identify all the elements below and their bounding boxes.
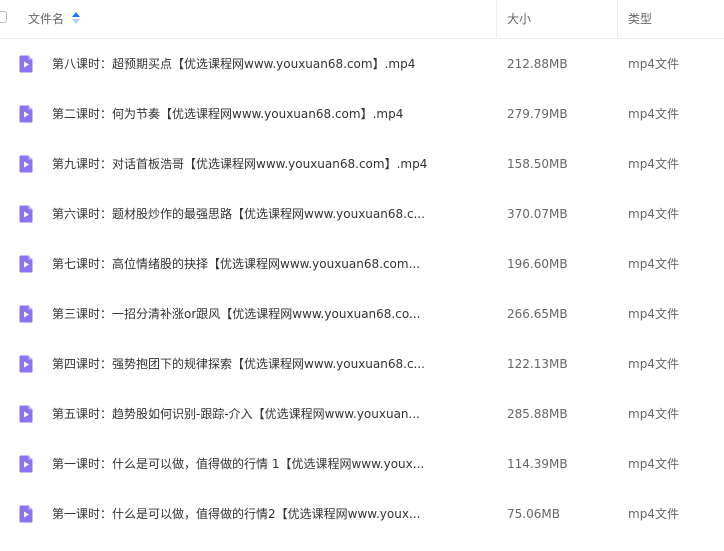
video-file-icon xyxy=(19,255,33,273)
file-name[interactable]: 第三课时：一招分清补涨or跟风【优选课程网www.youxuan68.co... xyxy=(52,289,420,339)
file-name[interactable]: 第一课时：什么是可以做，值得做的行情2【优选课程网www.youx... xyxy=(52,489,420,539)
file-size: 285.88MB xyxy=(507,407,568,421)
column-divider[interactable] xyxy=(496,0,497,38)
video-file-icon xyxy=(19,305,33,323)
file-row[interactable]: 第八课时：超预期买点【优选课程网www.youxuan68.com】.mp4 21… xyxy=(0,39,724,89)
file-type: mp4文件 xyxy=(628,257,679,271)
file-size: 279.79MB xyxy=(507,107,568,121)
sort-icon[interactable] xyxy=(72,12,81,24)
file-name[interactable]: 第七课时：高位情绪股的抉择【优选课程网www.youxuan68.com... xyxy=(52,239,420,289)
column-header-type[interactable]: 类型 xyxy=(628,0,652,38)
file-size: 196.60MB xyxy=(507,257,568,271)
video-file-icon xyxy=(19,405,33,423)
file-row[interactable]: 第一课时：什么是可以做，值得做的行情2【优选课程网www.youx... 75.0… xyxy=(0,489,724,539)
file-type: mp4文件 xyxy=(628,307,679,321)
file-type: mp4文件 xyxy=(628,457,679,471)
file-type: mp4文件 xyxy=(628,107,679,121)
file-type: mp4文件 xyxy=(628,357,679,371)
video-file-icon xyxy=(19,55,33,73)
file-row[interactable]: 第四课时：强势抱团下的规律探索【优选课程网www.youxuan68.c... 1… xyxy=(0,339,724,389)
column-header-type-label: 类型 xyxy=(628,12,653,26)
column-header-size-label: 大小 xyxy=(507,12,532,26)
file-size: 370.07MB xyxy=(507,207,568,221)
table-header: 文件名 大小 类型 xyxy=(0,0,724,39)
file-row[interactable]: 第七课时：高位情绪股的抉择【优选课程网www.youxuan68.com... 1… xyxy=(0,239,724,289)
file-type: mp4文件 xyxy=(628,507,679,521)
file-row[interactable]: 第九课时：对话首板浩哥【优选课程网www.youxuan68.com】.mp4 1… xyxy=(0,139,724,189)
file-list-table: 文件名 大小 类型 第八课时：超预期买点【优选课程网www.youxuan68.… xyxy=(0,0,724,551)
file-name[interactable]: 第二课时：何为节奏【优选课程网www.youxuan68.com】.mp4 xyxy=(52,89,403,139)
file-name[interactable]: 第一课时：什么是可以做，值得做的行情 1【优选课程网www.youx... xyxy=(52,439,424,489)
column-header-name-label: 文件名 xyxy=(28,12,65,26)
file-name[interactable]: 第九课时：对话首板浩哥【优选课程网www.youxuan68.com】.mp4 xyxy=(52,139,427,189)
file-size: 266.65MB xyxy=(507,307,568,321)
file-name[interactable]: 第五课时：趋势股如何识别-跟踪-介入【优选课程网www.youxuan... xyxy=(52,389,420,439)
file-row[interactable]: 第一课时：什么是可以做，值得做的行情 1【优选课程网www.youx... 114… xyxy=(0,439,724,489)
file-row[interactable]: 第六课时：题材股炒作的最强思路【优选课程网www.youxuan68.c... 3… xyxy=(0,189,724,239)
file-size: 122.13MB xyxy=(507,357,568,371)
video-file-icon xyxy=(19,455,33,473)
file-type: mp4文件 xyxy=(628,407,679,421)
column-divider[interactable] xyxy=(617,0,618,38)
video-file-icon xyxy=(19,505,33,523)
select-all-checkbox[interactable] xyxy=(0,11,7,23)
file-name[interactable]: 第六课时：题材股炒作的最强思路【优选课程网www.youxuan68.c... xyxy=(52,189,425,239)
file-type: mp4文件 xyxy=(628,57,679,71)
video-file-icon xyxy=(19,355,33,373)
file-row[interactable]: 第三课时：一招分清补涨or跟风【优选课程网www.youxuan68.co...… xyxy=(0,289,724,339)
file-type: mp4文件 xyxy=(628,157,679,171)
column-header-size[interactable]: 大小 xyxy=(507,0,531,38)
file-name[interactable]: 第四课时：强势抱团下的规律探索【优选课程网www.youxuan68.c... xyxy=(52,339,425,389)
video-file-icon xyxy=(19,155,33,173)
file-size: 114.39MB xyxy=(507,457,568,471)
video-file-icon xyxy=(19,205,33,223)
column-header-name[interactable]: 文件名 xyxy=(28,0,81,38)
file-row[interactable]: 第二课时：何为节奏【优选课程网www.youxuan68.com】.mp4 279… xyxy=(0,89,724,139)
file-size: 158.50MB xyxy=(507,157,568,171)
file-rows: 第八课时：超预期买点【优选课程网www.youxuan68.com】.mp4 21… xyxy=(0,39,724,539)
video-file-icon xyxy=(19,105,33,123)
file-type: mp4文件 xyxy=(628,207,679,221)
file-size: 75.06MB xyxy=(507,507,560,521)
file-row[interactable]: 第五课时：趋势股如何识别-跟踪-介入【优选课程网www.youxuan... 28… xyxy=(0,389,724,439)
file-size: 212.88MB xyxy=(507,57,568,71)
file-name[interactable]: 第八课时：超预期买点【优选课程网www.youxuan68.com】.mp4 xyxy=(52,39,415,89)
